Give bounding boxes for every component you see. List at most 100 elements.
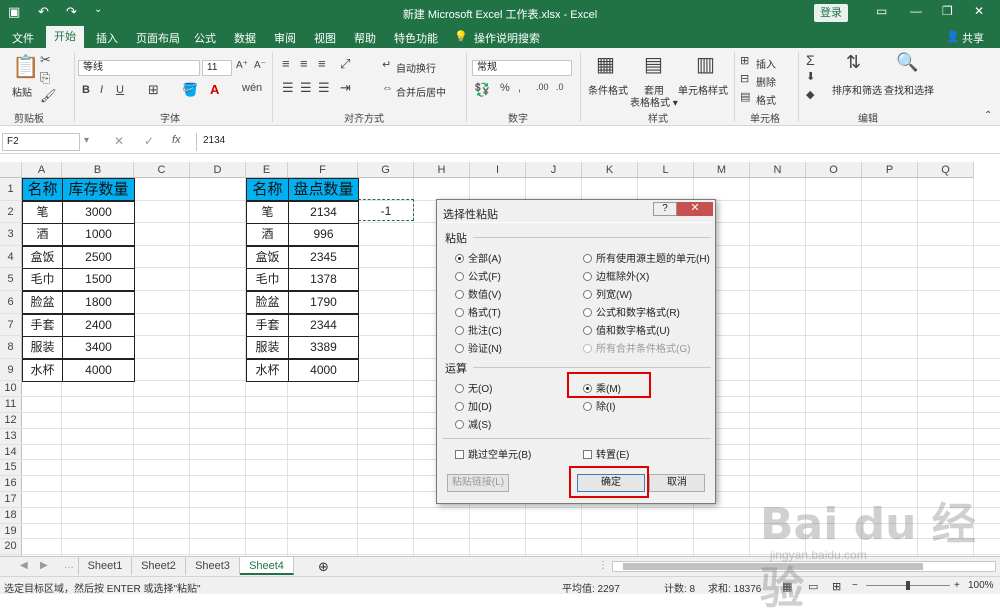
radio-paste-formats[interactable]: 格式(T) [455,304,501,319]
column-header-o[interactable]: O [806,162,862,178]
sheet-tab-3[interactable]: Sheet3 [186,557,240,575]
table-cell-name[interactable]: 手套 [22,313,63,337]
number-format-select[interactable]: 常规 [472,60,572,76]
radio-paste-column-widths[interactable]: 列宽(W) [583,286,632,301]
paste-icon[interactable]: 📋 [12,54,39,80]
fill-icon[interactable]: ⬇ [806,70,815,83]
table-cell-quantity[interactable]: 2500 [62,245,135,269]
paste-label[interactable]: 粘贴 [12,84,32,99]
borders-icon[interactable]: ⊞ [148,82,159,98]
radio-paste-source-theme[interactable]: 所有使用源主题的单元(H) [583,250,710,265]
help-button[interactable]: ? [653,202,677,216]
row-header-1[interactable]: 1 [0,178,22,201]
table-cell-name[interactable]: 笔 [22,200,63,224]
tab-page-layout[interactable]: 页面布局 [136,30,180,46]
increase-decimal-icon[interactable]: .00 [536,82,549,92]
formula-input[interactable]: 2134 [196,133,998,151]
table-cell-quantity[interactable]: 4000 [62,358,135,382]
select-all-corner[interactable] [0,162,22,178]
table-cell-quantity[interactable]: 1500 [62,268,135,292]
table-cell-quantity[interactable]: 2134 [288,200,359,224]
column-header-p[interactable]: P [862,162,918,178]
comma-icon[interactable]: , [518,82,521,94]
row-header-2[interactable]: 2 [0,200,22,224]
radio-op-none[interactable]: 无(O) [455,380,492,395]
copied-cell[interactable]: -1 [358,199,414,221]
tab-review[interactable]: 审阅 [274,30,296,46]
sort-filter-icon[interactable]: ⇅ [846,52,861,73]
format-cells-icon[interactable]: ▤ [740,90,750,103]
conditional-format-button[interactable]: 条件格式 [588,82,628,97]
copy-icon[interactable]: ⎘ [40,70,50,86]
ribbon-display-icon[interactable]: ▭ [876,4,887,18]
table-header-cell[interactable]: 名称 [246,178,289,201]
table-cell-name[interactable]: 水杯 [22,358,63,382]
tab-insert[interactable]: 插入 [96,30,118,46]
format-painter-icon[interactable]: 🖌 [40,88,57,104]
decrease-decimal-icon[interactable]: .0 [556,82,564,92]
insert-cells-icon[interactable]: ⊞ [740,54,749,67]
tab-help[interactable]: 帮助 [354,30,376,46]
tab-home[interactable]: 开始 [46,26,84,48]
minimize-icon[interactable]: — [910,4,922,18]
tab-scroll-handle[interactable]: ⋮ [598,560,608,571]
cancel-entry-icon[interactable]: ✕ [114,134,124,148]
table-cell-name[interactable]: 服装 [246,336,289,360]
column-header-g[interactable]: G [358,162,414,178]
radio-paste-values-numbers[interactable]: 值和数字格式(U) [583,322,670,337]
table-cell-quantity[interactable]: 4000 [288,358,359,382]
table-cell-quantity[interactable]: 1378 [288,268,359,292]
table-cell-quantity[interactable]: 3389 [288,336,359,360]
merge-icon[interactable]: ⇔ [382,82,393,94]
table-cell-quantity[interactable]: 1790 [288,291,359,314]
insert-function-icon[interactable]: fx [172,134,181,146]
column-header-f[interactable]: F [288,162,358,178]
close-icon[interactable]: ✕ [974,4,984,18]
cell-styles-button[interactable]: 单元格样式 [678,82,728,97]
paste-link-button[interactable]: 粘贴链接(L) [447,474,509,492]
orientation-icon[interactable]: ⤢ [340,56,350,72]
close-button[interactable]: ✕ [677,202,713,216]
align-center-icon[interactable]: ☰ [300,80,312,96]
delete-cells-button[interactable]: 删除 [756,74,776,89]
table-cell-name[interactable]: 服装 [22,336,63,360]
table-cell-name[interactable]: 脸盆 [246,291,289,314]
row-header-7[interactable]: 7 [0,313,22,337]
radio-op-add[interactable]: 加(D) [455,398,492,413]
font-color-icon[interactable]: A [210,82,219,97]
table-cell-quantity[interactable]: 2400 [62,313,135,337]
format-cells-button[interactable]: 格式 [756,92,776,107]
table-header-cell[interactable]: 名称 [22,178,63,201]
confirm-entry-icon[interactable]: ✓ [144,134,154,148]
tab-formulas[interactable]: 公式 [194,30,216,46]
row-header-4[interactable]: 4 [0,245,22,269]
table-cell-quantity[interactable]: 996 [288,223,359,247]
row-header-5[interactable]: 5 [0,268,22,291]
conditional-format-icon[interactable]: ▦ [596,52,615,77]
column-header-i[interactable]: I [470,162,526,178]
table-cell-name[interactable]: 脸盆 [22,291,63,314]
wrap-text-button[interactable]: 自动换行 [396,60,436,75]
table-cell-quantity[interactable]: 1000 [62,223,135,247]
column-header-n[interactable]: N [750,162,806,178]
column-header-h[interactable]: H [414,162,470,178]
tell-me-search[interactable]: 操作说明搜索 [474,30,540,46]
login-button[interactable]: 登录 [814,4,848,22]
find-select-icon[interactable]: 🔍 [896,52,918,73]
find-select-button[interactable]: 查找和选择 [884,82,934,97]
row-header-8[interactable]: 8 [0,336,22,359]
table-cell-quantity[interactable]: 3400 [62,336,135,360]
column-header-k[interactable]: K [582,162,638,178]
collapse-ribbon-icon[interactable]: ⌃ [984,110,992,121]
skip-blanks-checkbox[interactable]: 跳过空单元(B) [455,446,531,461]
column-header-m[interactable]: M [694,162,750,178]
row-header-6[interactable]: 6 [0,291,22,314]
align-middle-icon[interactable]: ≡ [300,56,308,71]
table-cell-name[interactable]: 盒饭 [22,245,63,269]
row-header-17[interactable]: 17 [0,492,22,508]
row-header-9[interactable]: 9 [0,358,22,382]
table-cell-name[interactable]: 盒饭 [246,245,289,269]
radio-paste-formulas-numbers[interactable]: 公式和数字格式(R) [583,304,680,319]
column-header-b[interactable]: B [62,162,134,178]
table-cell-quantity[interactable]: 2345 [288,245,359,269]
